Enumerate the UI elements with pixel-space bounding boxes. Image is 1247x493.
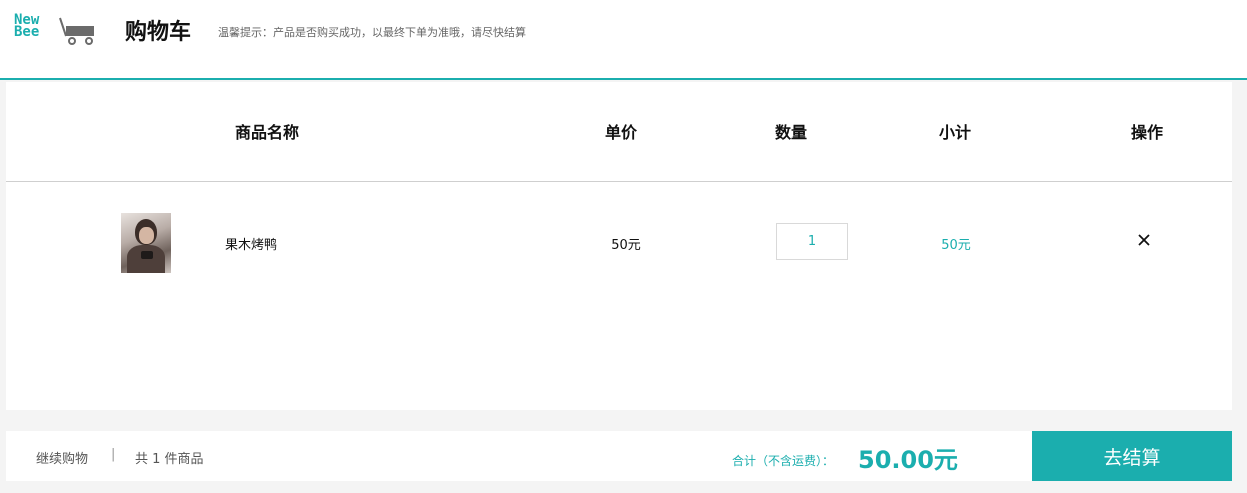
product-image[interactable]	[121, 213, 171, 273]
item-count: 共 1 件商品	[135, 452, 204, 467]
table-row: 果木烤鸭 50元 50元	[6, 182, 1232, 302]
cart-footer: 继续购物 | 共 1 件商品 合计（不含运费）： 50.00元 去结算	[6, 431, 1232, 481]
column-header-name: 商品名称	[234, 123, 300, 142]
column-header-subtotal: 小计	[938, 123, 972, 142]
tip-text: 温馨提示：产品是否购买成功，以最终下单为准哦，请尽快结算	[218, 26, 526, 39]
cart-table: 商品名称 单价 数量 小计 操作 果木烤鸭 50元 50元	[6, 82, 1232, 410]
header: New Bee 购物车 温馨提示：产品是否购买成功，以最终下单为准哦，请尽快结算	[0, 0, 1247, 80]
table-header: 商品名称 单价 数量 小计 操作	[6, 82, 1232, 182]
total-label: 合计（不含运费）：	[732, 454, 835, 468]
page-title: 购物车	[125, 20, 192, 45]
subtotal: 50元	[941, 238, 971, 253]
product-image-face	[139, 227, 154, 244]
logo-line-2: Bee	[14, 24, 40, 40]
product-image-body	[127, 245, 165, 273]
checkout-button[interactable]: 去结算	[1032, 431, 1232, 481]
unit-price: 50元	[611, 238, 641, 253]
total-value: 50.00元	[858, 446, 958, 474]
divider: |	[111, 447, 116, 462]
quantity-input[interactable]	[776, 223, 848, 260]
column-header-quantity: 数量	[774, 123, 808, 142]
cart-icon	[59, 17, 94, 45]
continue-shopping-link[interactable]: 继续购物	[36, 448, 88, 467]
logo-text: New Bee	[14, 13, 40, 40]
camera-icon	[141, 251, 153, 259]
close-icon[interactable]	[1136, 232, 1152, 248]
column-header-price: 单价	[604, 123, 638, 142]
column-header-action: 操作	[1130, 123, 1164, 142]
logo[interactable]: New Bee	[14, 13, 98, 48]
product-name[interactable]: 果木烤鸭	[225, 234, 277, 253]
